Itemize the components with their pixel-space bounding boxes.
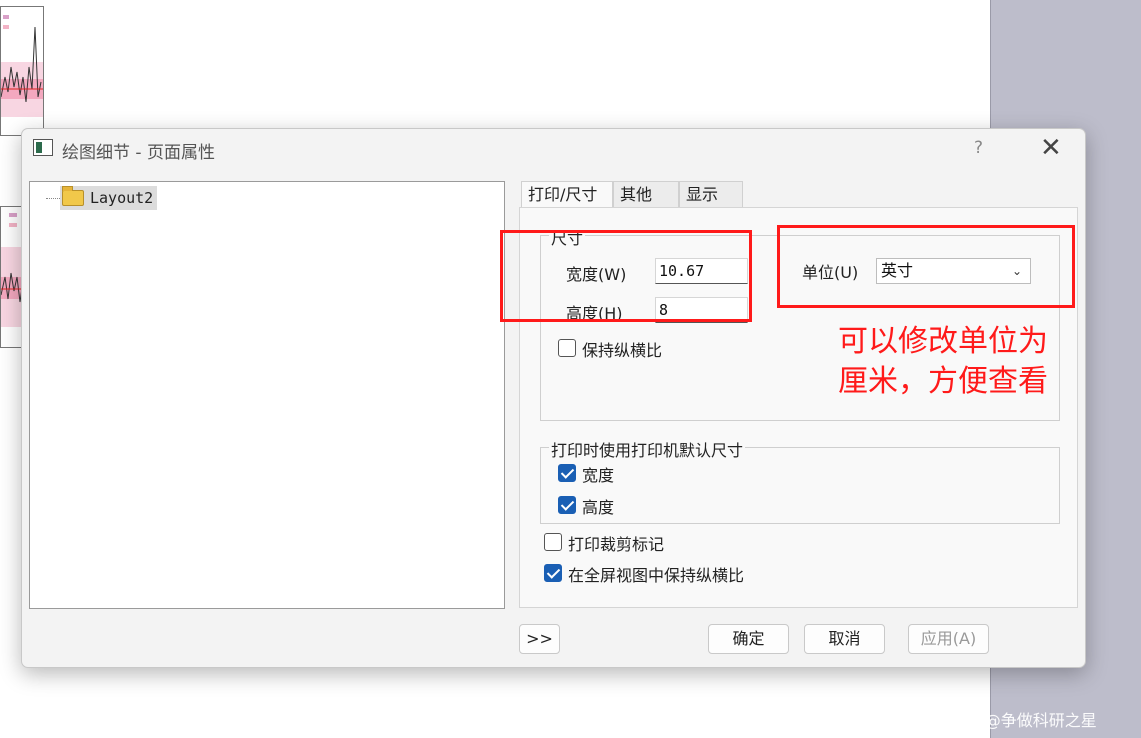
tab-print-size[interactable]: 打印/尺寸 (521, 181, 613, 209)
cancel-button[interactable]: 取消 (804, 624, 885, 654)
annotation-note: 可以修改单位为 厘米，方便查看 (838, 322, 1048, 402)
printer-width-checkbox[interactable] (558, 464, 576, 482)
printer-default-group-title: 打印时使用打印机默认尺寸 (549, 437, 746, 461)
fullscreen-ratio-label: 在全屏视图中保持纵横比 (568, 566, 745, 585)
tree-connector (46, 198, 60, 199)
dialog-title: 绘图细节 - 页面属性 (62, 143, 215, 163)
fullscreen-ratio-checkbox[interactable] (544, 564, 562, 582)
printer-height-checkbox[interactable] (558, 496, 576, 514)
printer-height-label: 高度 (582, 498, 615, 517)
close-icon[interactable]: ✕ (1040, 133, 1062, 163)
annotation-box-size (500, 230, 752, 322)
printer-width-label: 宽度 (582, 466, 615, 485)
ok-button[interactable]: 确定 (708, 624, 789, 654)
expand-button[interactable]: >> (519, 624, 560, 654)
annotation-box-unit (777, 225, 1075, 308)
apply-button[interactable]: 应用(A) (908, 624, 989, 654)
layer-tree[interactable]: Layout2 (29, 181, 505, 609)
keep-ratio-label: 保持纵横比 (582, 341, 663, 360)
printer-default-group: 打印时使用打印机默认尺寸 (540, 437, 1060, 524)
crop-marks-checkbox[interactable] (544, 533, 562, 551)
tree-item-layout2[interactable]: Layout2 (60, 186, 158, 210)
tab-display[interactable]: 显示 (679, 181, 743, 207)
app-window-icon (33, 139, 53, 156)
watermark: CSDN @争做科研之星 (934, 711, 1097, 730)
help-button[interactable]: ? (974, 138, 983, 158)
graph-thumbnail-top (0, 6, 44, 136)
annotation-line-2: 厘米，方便查看 (838, 364, 1048, 399)
folder-icon (62, 186, 84, 206)
crop-marks-label: 打印裁剪标记 (568, 535, 665, 554)
annotation-line-1: 可以修改单位为 (838, 324, 1048, 359)
tab-other[interactable]: 其他 (613, 181, 679, 207)
tree-item-label: Layout2 (90, 189, 154, 207)
title-bar[interactable]: 绘图细节 - 页面属性 ? ✕ (22, 129, 1085, 171)
keep-ratio-checkbox[interactable] (558, 339, 576, 357)
